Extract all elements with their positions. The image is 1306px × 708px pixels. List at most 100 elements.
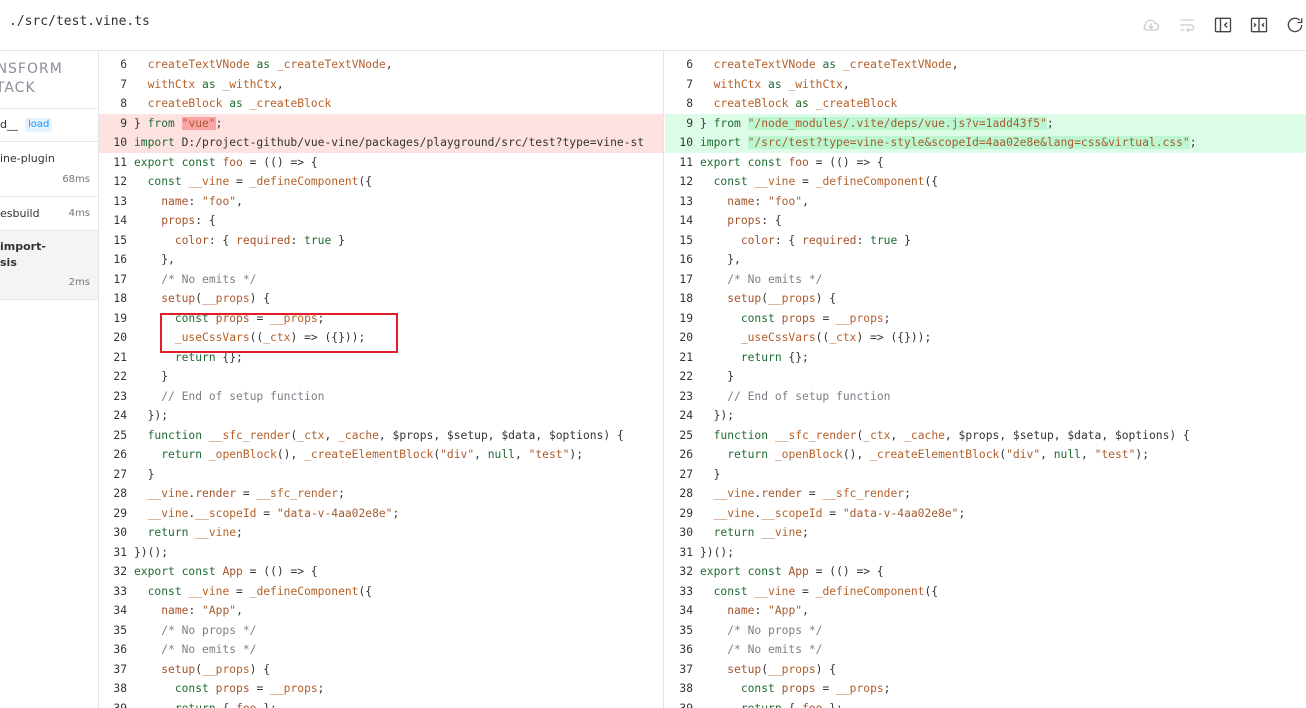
stack-item-esbuild[interactable]: esbuild 4ms — [0, 197, 98, 231]
code-line: 29 __vine.__scopeId = "data-v-4aa02e8e"; — [99, 504, 663, 524]
code-line: 27 } — [99, 465, 663, 485]
code-line: 32 export const App = (() => { — [99, 562, 663, 582]
code-line: 36 /* No emits */ — [665, 640, 1306, 660]
code-text: /* No emits */ — [727, 272, 823, 286]
stack-item-name: d__ — [0, 118, 18, 131]
line-number: 35 — [113, 623, 127, 637]
code-text: export const foo = (() => { — [134, 155, 318, 169]
code-text: /* No emits */ — [161, 643, 257, 656]
code-line: 14 props: { — [665, 211, 1306, 231]
code-line: 38 const props = __props; — [99, 679, 663, 699]
diff-split-icon[interactable] — [1248, 14, 1270, 36]
file-path: ./src/test.vine.ts — [9, 14, 150, 29]
code-line: 18 setup(__props) { — [665, 289, 1306, 309]
collapse-left-icon[interactable] — [1212, 14, 1234, 36]
code-text: } from "vue"; — [134, 116, 223, 130]
code-text: function __sfc_render(_ctx, _cache, $pro… — [713, 428, 1190, 442]
line-number: 36 — [113, 643, 127, 656]
code-text: }, — [134, 253, 175, 266]
line-number: 30 — [113, 526, 127, 539]
stack-item-import-analysis[interactable]: import- sis 2ms — [0, 231, 98, 300]
file-header: ./src/test.vine.ts — [0, 0, 1306, 51]
line-number: 9 — [686, 116, 693, 130]
code-text: function __sfc_render(_ctx, _cache, $pro… — [147, 428, 624, 442]
code-text: color: { required: true } — [174, 233, 345, 247]
line-number: 26 — [679, 448, 693, 461]
line-number: 10 — [679, 136, 693, 149]
code-text: props: { — [161, 214, 216, 227]
code-text: __vine.render = __sfc_render; — [147, 487, 345, 500]
wrap-lines-icon[interactable] — [1176, 14, 1198, 36]
line-number: 27 — [679, 467, 693, 481]
line-number: 9 — [120, 116, 127, 130]
code-text: const props = __props; — [740, 682, 891, 695]
code-line: 39 return { foo }; — [99, 699, 663, 708]
line-number: 38 — [113, 682, 127, 695]
code-pane-after[interactable]: 6 createTextVNode as _createTextVNode, 7 … — [665, 51, 1306, 708]
code-line: 30 return __vine; — [665, 523, 1306, 543]
line-number: 7 — [120, 77, 127, 91]
line-number: 39 — [113, 701, 127, 708]
code-text: __vine.__scopeId = "data-v-4aa02e8e"; — [713, 506, 966, 520]
line-number: 11 — [113, 155, 127, 169]
stack-item-load[interactable]: d__ load — [0, 108, 98, 142]
line-number: 27 — [113, 467, 127, 481]
code-line: 9 } from "vue"; — [99, 113, 663, 133]
code-line: 33 const __vine = _defineComponent({ — [99, 582, 663, 602]
code-line: 17 /* No emits */ — [99, 270, 663, 290]
line-number: 10 — [113, 136, 127, 149]
line-number: 34 — [113, 604, 127, 617]
code-text: return { foo }; — [740, 701, 843, 708]
code-pane-before[interactable]: 6 createTextVNode as _createTextVNode, 7 … — [99, 51, 664, 708]
stack-item-time: 2ms — [68, 277, 90, 288]
line-number: 17 — [113, 272, 127, 286]
code-line: 33 const __vine = _defineComponent({ — [665, 582, 1306, 602]
code-text: }); — [134, 409, 169, 422]
line-number: 17 — [679, 272, 693, 286]
code-line: 6 createTextVNode as _createTextVNode, — [665, 55, 1306, 75]
header-toolbar — [1140, 14, 1306, 36]
code-line: 38 const props = __props; — [665, 679, 1306, 699]
code-text: name: "App", — [161, 604, 243, 617]
code-text: import D:/project-github/vue-vine/packag… — [134, 136, 645, 149]
line-number: 8 — [686, 97, 693, 110]
line-number: 31 — [113, 545, 127, 559]
line-number: 15 — [113, 233, 127, 247]
code-line: 12 const __vine = _defineComponent({ — [665, 172, 1306, 192]
code-line: 6 createTextVNode as _createTextVNode, — [99, 55, 663, 75]
code-line: 20 _useCssVars((_ctx) => ({})); — [665, 328, 1306, 348]
code-text: createTextVNode as _createTextVNode, — [147, 58, 393, 71]
line-number: 35 — [679, 623, 693, 637]
line-number: 19 — [679, 311, 693, 325]
code-line: 9} from "/node_modules/.vite/deps/vue.js… — [665, 113, 1306, 133]
code-line: 32 export const App = (() => { — [665, 562, 1306, 582]
code-text: }, — [700, 253, 741, 266]
code-text: /* No props */ — [727, 623, 823, 637]
code-line: 12 const __vine = _defineComponent({ — [99, 172, 663, 192]
code-line: 18 setup(__props) { — [99, 289, 663, 309]
code-text: })(); — [700, 545, 735, 559]
code-text: /* No emits */ — [727, 643, 823, 656]
code-text: /* No emits */ — [161, 272, 257, 286]
code-line: 19 const props = __props; — [99, 309, 663, 329]
code-line: 30 return __vine; — [99, 523, 663, 543]
code-line: 22 } — [665, 367, 1306, 387]
code-text: } — [134, 467, 155, 481]
transform-stack-sidebar: ANSFORM STACK d__ load ine-plugin 68ms e… — [0, 51, 99, 708]
line-number: 24 — [113, 409, 127, 422]
code-line: 28 __vine.render = __sfc_render; — [99, 484, 663, 504]
code-line: 25 function __sfc_render(_ctx, _cache, $… — [99, 426, 663, 446]
code-text: createBlock as _createBlock — [147, 97, 332, 110]
cloud-icon[interactable] — [1140, 14, 1162, 36]
code-line: 21 return {}; — [99, 348, 663, 368]
stack-item-vine-plugin[interactable]: ine-plugin 68ms — [0, 142, 98, 197]
load-badge: load — [25, 118, 53, 132]
code-line: 10 import "/src/test?type=vine-style&scop… — [665, 133, 1306, 153]
refresh-icon[interactable] — [1284, 14, 1306, 36]
line-number: 25 — [679, 428, 693, 442]
code-text: setup(__props) { — [727, 662, 837, 676]
code-text: __vine.render = __sfc_render; — [713, 487, 911, 500]
stack-item-time: 68ms — [62, 174, 90, 185]
code-line: 19 const props = __props; — [665, 309, 1306, 329]
code-text: return {}; — [740, 350, 809, 364]
